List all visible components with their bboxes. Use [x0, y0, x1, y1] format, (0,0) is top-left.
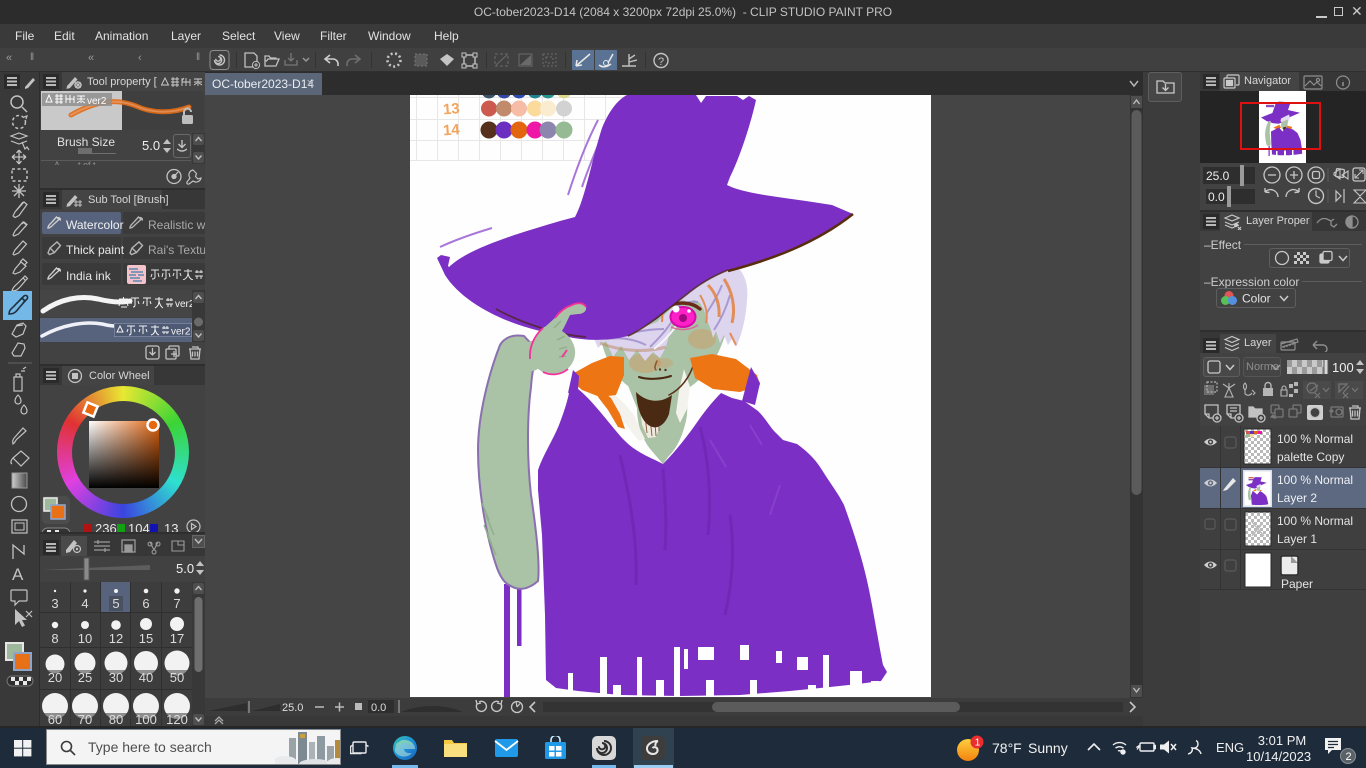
svg-text:10: 10: [78, 631, 92, 646]
svg-text:50: 50: [170, 670, 184, 685]
svg-text:?: ?: [658, 56, 664, 68]
svg-text:40: 40: [139, 670, 153, 685]
svg-text:A: A: [12, 565, 24, 584]
svg-text:4: 4: [81, 596, 88, 611]
svg-text:30: 30: [109, 670, 123, 685]
svg-text:20: 20: [48, 670, 62, 685]
svg-text:120: 120: [166, 712, 188, 726]
svg-text:1: 1: [975, 738, 981, 749]
svg-text:ver2: ver2: [171, 327, 191, 338]
svg-text:7: 7: [173, 596, 180, 611]
svg-text:13: 13: [442, 100, 460, 118]
svg-text:100: 100: [135, 712, 157, 726]
svg-text:15: 15: [139, 631, 153, 646]
svg-text:25: 25: [78, 670, 92, 685]
svg-text:8: 8: [51, 631, 58, 646]
svg-text:0.0: 0.0: [371, 702, 386, 714]
svg-text:ver2: ver2: [175, 299, 192, 309]
svg-text:25.0: 25.0: [282, 702, 303, 714]
svg-text:3: 3: [51, 596, 58, 611]
svg-text:Color: Color: [1242, 292, 1271, 306]
svg-text:12: 12: [109, 631, 123, 646]
svg-text:ver2: ver2: [87, 96, 107, 107]
svg-text:80: 80: [109, 712, 123, 726]
svg-text:17: 17: [170, 631, 184, 646]
svg-text:6: 6: [142, 596, 149, 611]
svg-text:70: 70: [78, 712, 92, 726]
svg-text:14: 14: [442, 121, 460, 139]
svg-text:5: 5: [112, 596, 119, 611]
svg-text:2: 2: [1346, 751, 1352, 763]
svg-text:60: 60: [48, 712, 62, 726]
